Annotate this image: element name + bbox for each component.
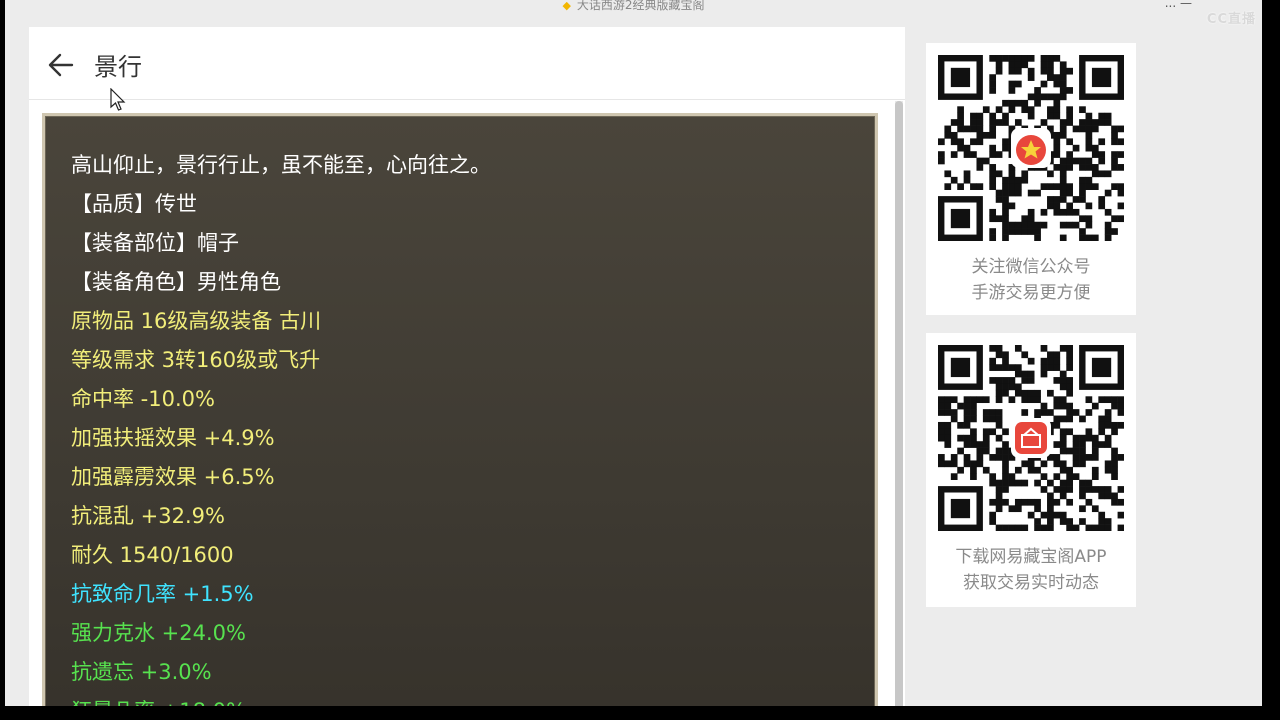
app-download-qr-code[interactable] xyxy=(938,345,1124,531)
scrollbar-thumb[interactable] xyxy=(895,101,903,706)
item-detail-panel: 景行 高山仰止，景行行止，虽不能至，心向往之。 【品质】传世【装备部位】帽子【装备… xyxy=(29,27,905,706)
browser-window: ◆ 大话西游2经典版藏宝阁 ... — CC直播 景行 高山仰止，景行行止，虽不能… xyxy=(5,0,1262,706)
page-header: 景行 xyxy=(29,27,905,100)
wechat-caption-line1: 关注微信公众号 xyxy=(971,257,1091,277)
attribute-line: 抗致命几率 +1.5% xyxy=(71,582,254,606)
attribute-line: 高山仰止，景行行止，虽不能至，心向往之。 xyxy=(71,153,491,177)
attribute-line: 加强扶摇效果 +4.9% xyxy=(71,426,275,450)
app-download-qr-card: 下载网易藏宝阁APP 获取交易实时动态 xyxy=(926,333,1136,607)
attribute-line: 狂暴几率 +18.0% xyxy=(71,692,491,706)
attribute-line: 抗混乱 +32.9% xyxy=(71,504,225,528)
page-title: 景行 xyxy=(94,53,142,81)
app-qr-caption: 下载网易藏宝阁APP 获取交易实时动态 xyxy=(926,544,1136,596)
attribute-line: 耐久 1540/1600 xyxy=(71,543,234,567)
window-title-bar: ◆ 大话西游2经典版藏宝阁 xyxy=(5,0,1262,12)
mouse-cursor-icon xyxy=(110,88,126,111)
stream-watermark: CC直播 xyxy=(1206,12,1256,27)
back-button[interactable] xyxy=(43,47,79,83)
wechat-caption-line2: 手游交易更方便 xyxy=(971,283,1091,303)
app-logo-icon: ◆ xyxy=(562,0,571,12)
attribute-line: 命中率 -10.0% xyxy=(71,387,215,411)
app-caption-line2: 获取交易实时动态 xyxy=(963,573,1099,593)
scrollbar[interactable] xyxy=(895,101,903,706)
attribute-line: 【品质】传世 xyxy=(71,192,197,216)
attribute-line: 原物品 16级高级装备 古川 xyxy=(71,309,322,333)
wechat-qr-card: 关注微信公众号 手游交易更方便 xyxy=(926,43,1136,315)
window-controls[interactable]: ... — xyxy=(1165,0,1192,10)
attribute-line: 加强霹雳效果 +6.5% xyxy=(71,465,275,489)
attribute-line: 【装备角色】男性角色 xyxy=(71,270,281,294)
wechat-qr-caption: 关注微信公众号 手游交易更方便 xyxy=(926,254,1136,306)
attribute-line: 【装备部位】帽子 xyxy=(71,231,239,255)
equipment-tooltip-card: 高山仰止，景行行止，虽不能至，心向往之。 【品质】传世【装备部位】帽子【装备角色】… xyxy=(42,113,878,706)
arrow-left-icon xyxy=(48,53,74,77)
attribute-line: 等级需求 3转160级或飞升 xyxy=(71,348,321,372)
window-title: 大话西游2经典版藏宝阁 xyxy=(576,0,705,12)
wechat-qr-code[interactable] xyxy=(938,55,1124,241)
attribute-line: 强力克水 +24.0% xyxy=(71,621,246,645)
treasure-box-icon xyxy=(1011,418,1051,458)
bell-icon xyxy=(1011,128,1051,168)
equipment-attributes: 高山仰止，景行行止，虽不能至，心向往之。 【品质】传世【装备部位】帽子【装备角色】… xyxy=(71,146,491,706)
app-caption-line1: 下载网易藏宝阁APP xyxy=(955,547,1107,567)
attribute-line: 抗遗忘 +3.0% xyxy=(71,660,212,684)
